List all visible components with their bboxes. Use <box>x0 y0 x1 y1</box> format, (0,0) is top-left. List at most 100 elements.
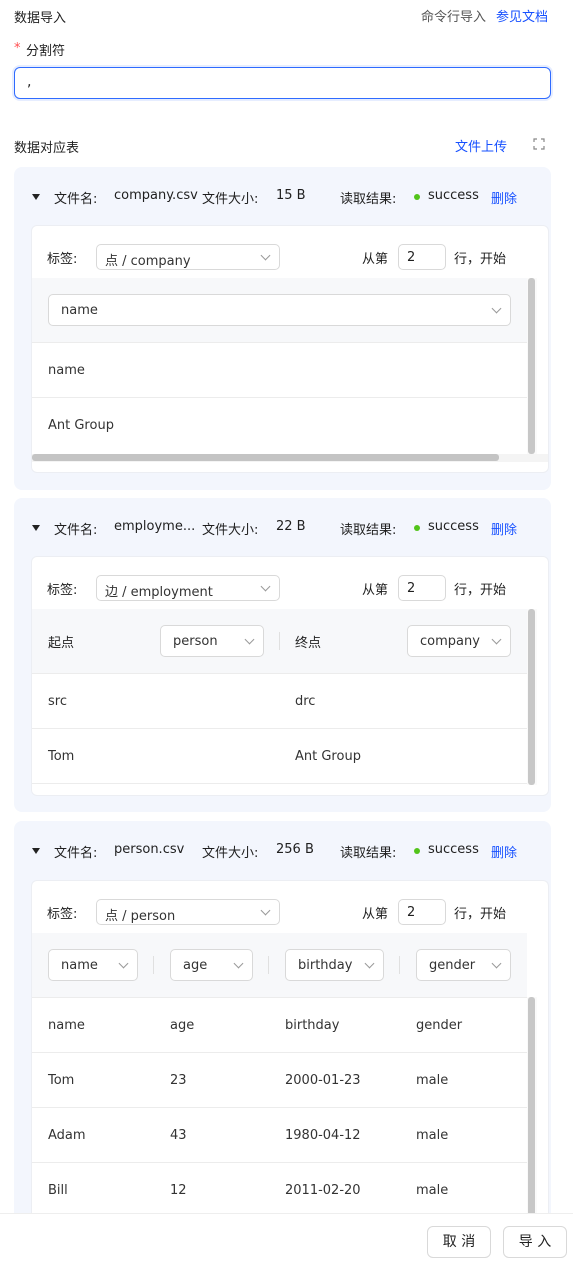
delete-button[interactable]: 删除 <box>491 188 517 207</box>
filename-label: 文件名: <box>54 192 98 207</box>
column-select-value: name <box>61 958 98 973</box>
filename-value: employme... <box>114 519 196 534</box>
column-select-value: birthday <box>298 958 353 973</box>
chevron-down-icon <box>364 958 375 969</box>
result-label: 读取结果: <box>340 846 397 861</box>
filesize-value: 256 B <box>276 842 314 857</box>
tag-select-value: 边 / employment <box>105 585 213 600</box>
result-status: success <box>428 519 479 534</box>
table-cell: gender <box>416 1018 463 1033</box>
start-row-value: 2 <box>407 250 416 265</box>
collapse-caret-icon[interactable] <box>32 848 40 854</box>
delete-button[interactable]: 删除 <box>491 519 517 538</box>
result-status: success <box>428 842 479 857</box>
table-cell: src <box>48 694 67 709</box>
column-select-value: age <box>183 958 208 973</box>
chevron-down-icon <box>491 958 502 969</box>
table-cell: Tom <box>48 749 75 764</box>
table-cell: Ant Group <box>48 418 114 433</box>
separator-label: 分割符 <box>26 44 66 59</box>
table-cell: Adam <box>48 1128 86 1143</box>
column-select-name[interactable]: name <box>48 949 138 981</box>
tag-label: 标签: <box>47 583 78 598</box>
column-select-value: name <box>61 303 98 318</box>
start-row-value: 2 <box>407 581 416 596</box>
row-start-label: 行，开始 <box>454 907 507 922</box>
tag-select-value: 点 / company <box>105 254 191 269</box>
chevron-down-icon <box>260 250 271 261</box>
success-dot-icon <box>414 194 420 200</box>
tag-select-value: 点 / person <box>105 909 176 924</box>
mapping-panel: 标签: 边 / employment 从第 2 行，开始 起点 person 终… <box>31 556 549 796</box>
source-select-value: person <box>173 634 218 649</box>
tag-select[interactable]: 点 / person <box>96 899 280 925</box>
vertical-scrollbar[interactable] <box>528 278 535 454</box>
table-cell: male <box>416 1128 449 1143</box>
collapse-caret-icon[interactable] <box>32 525 40 531</box>
start-row-input[interactable]: 2 <box>398 575 446 601</box>
filesize-label: 文件大小: <box>202 523 259 538</box>
start-row-input[interactable]: 2 <box>398 899 446 925</box>
horizontal-scrollbar[interactable] <box>32 454 499 461</box>
chevron-down-icon <box>118 958 129 969</box>
filesize-value: 22 B <box>276 519 306 534</box>
required-mark: * <box>14 41 21 56</box>
target-label: 终点 <box>295 636 322 651</box>
table-cell: male <box>416 1073 449 1088</box>
table-cell: name <box>48 1018 85 1033</box>
from-row-label: 从第 <box>362 583 389 598</box>
mapping-title: 数据对应表 <box>14 141 80 156</box>
tag-select[interactable]: 边 / employment <box>96 575 280 601</box>
table-cell: name <box>48 363 85 378</box>
table-cell: 12 <box>170 1183 187 1198</box>
separator-input[interactable]: , <box>14 67 551 99</box>
filename-value: company.csv <box>114 188 198 203</box>
chevron-down-icon <box>244 634 255 645</box>
vertical-scrollbar[interactable] <box>528 997 535 1221</box>
cancel-button[interactable]: 取 消 <box>427 1226 491 1258</box>
delete-button[interactable]: 删除 <box>491 842 517 861</box>
table-cell: birthday <box>285 1018 340 1033</box>
target-select-value: company <box>420 634 480 649</box>
target-select[interactable]: company <box>407 625 511 657</box>
success-dot-icon <box>414 848 420 854</box>
filesize-label: 文件大小: <box>202 846 259 861</box>
table-cell: 43 <box>170 1128 187 1143</box>
file-card-employment: 文件名: employme... 文件大小: 22 B 读取结果: succes… <box>14 498 551 812</box>
filesize-label: 文件大小: <box>202 192 259 207</box>
chevron-down-icon <box>491 634 502 645</box>
table-cell: 2000-01-23 <box>285 1073 361 1088</box>
from-row-label: 从第 <box>362 252 389 267</box>
cli-import-link[interactable]: 命令行导入 <box>421 6 486 25</box>
tag-select[interactable]: 点 / company <box>96 244 280 270</box>
column-select-birthday[interactable]: birthday <box>285 949 384 981</box>
import-button[interactable]: 导 入 <box>503 1226 567 1258</box>
column-select-age[interactable]: age <box>170 949 253 981</box>
chevron-down-icon <box>233 958 244 969</box>
table-cell: 2011-02-20 <box>285 1183 361 1198</box>
result-label: 读取结果: <box>340 192 397 207</box>
filename-label: 文件名: <box>54 846 98 861</box>
column-select-name[interactable]: name <box>48 294 511 326</box>
success-dot-icon <box>414 525 420 531</box>
chevron-down-icon <box>491 303 502 314</box>
row-start-label: 行，开始 <box>454 583 507 598</box>
source-label: 起点 <box>48 636 75 651</box>
mapping-panel: 标签: 点 / company 从第 2 行，开始 name name Ant … <box>31 225 549 473</box>
from-row-label: 从第 <box>362 907 389 922</box>
docs-link[interactable]: 参见文档 <box>496 6 548 25</box>
fullscreen-icon[interactable] <box>533 138 545 154</box>
source-select[interactable]: person <box>160 625 264 657</box>
row-start-label: 行，开始 <box>454 252 507 267</box>
table-cell: male <box>416 1183 449 1198</box>
mapping-panel: 标签: 点 / person 从第 2 行，开始 name age birthd… <box>31 880 549 1221</box>
start-row-input[interactable]: 2 <box>398 244 446 270</box>
upload-link[interactable]: 文件上传 <box>455 136 507 155</box>
vertical-scrollbar[interactable] <box>528 609 535 785</box>
column-select-gender[interactable]: gender <box>416 949 511 981</box>
chevron-down-icon <box>260 905 271 916</box>
collapse-caret-icon[interactable] <box>32 194 40 200</box>
result-label: 读取结果: <box>340 523 397 538</box>
table-cell: age <box>170 1018 195 1033</box>
chevron-down-icon <box>260 581 271 592</box>
